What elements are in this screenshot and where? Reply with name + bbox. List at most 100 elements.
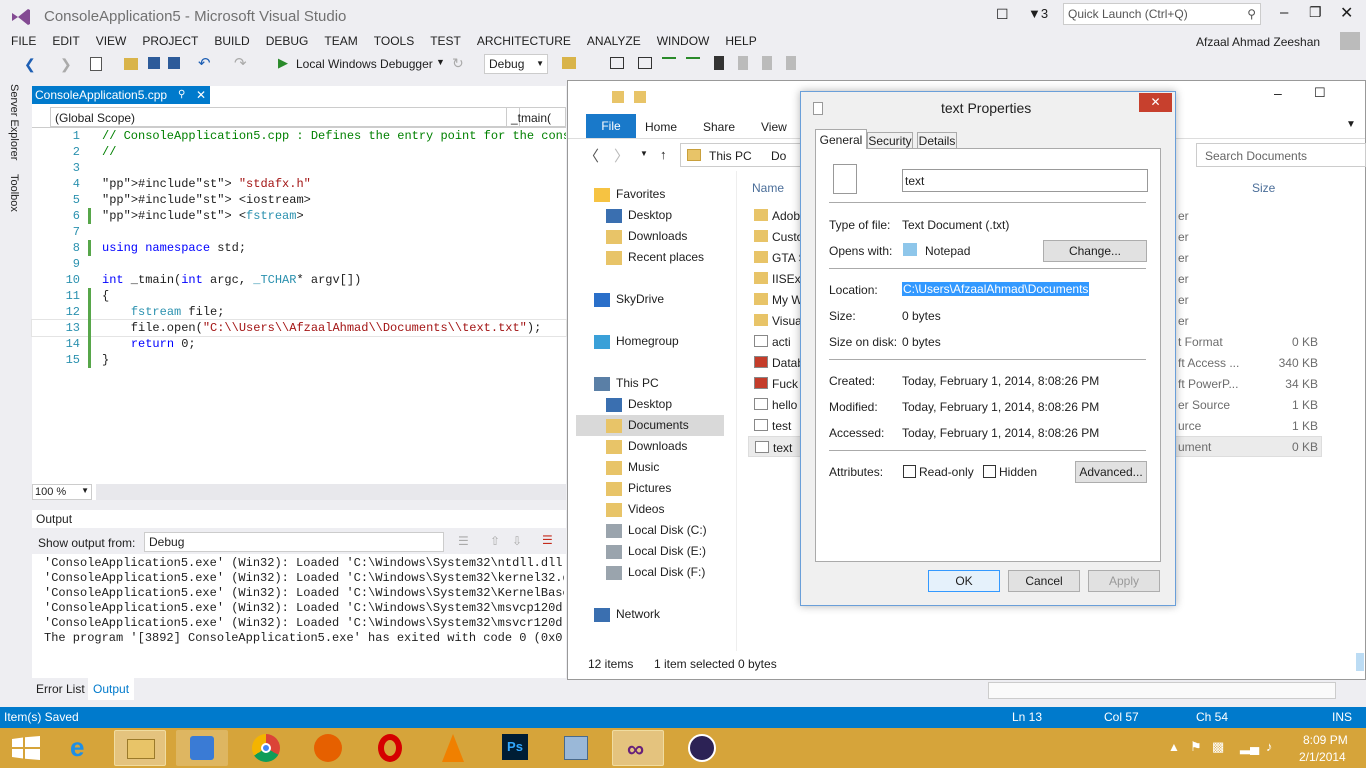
start-button[interactable] xyxy=(12,736,40,760)
dialog-close-button[interactable]: ✕ xyxy=(1139,93,1172,112)
layout-icon[interactable] xyxy=(610,57,624,69)
ribbon-tab-file[interactable]: File xyxy=(586,114,636,138)
close-button[interactable]: ✕ xyxy=(1340,3,1353,23)
menu-project[interactable]: PROJECT xyxy=(134,32,206,50)
refresh-icon[interactable]: ↻ xyxy=(452,55,464,72)
path-documents[interactable]: Do xyxy=(771,149,786,163)
nav-pc-downloads[interactable]: Downloads xyxy=(606,436,687,457)
code-line[interactable]: 13 file.open("C:\\Users\\AfzaalAhmad\\Do… xyxy=(31,319,567,337)
menu-file[interactable]: FILE xyxy=(0,32,44,50)
nav-pc-music[interactable]: Music xyxy=(606,457,659,478)
show-hidden-icons[interactable]: ▲ xyxy=(1168,740,1180,754)
chevron-down-icon[interactable]: ▼ xyxy=(436,57,445,67)
notifications-icon[interactable]: ▼3 xyxy=(1028,6,1048,21)
back-icon[interactable]: ❮ xyxy=(24,56,36,73)
advanced-button[interactable]: Advanced... xyxy=(1075,461,1147,483)
play-icon[interactable]: ▶ xyxy=(278,55,288,71)
code-line[interactable]: 2 // xyxy=(32,144,566,160)
tab-security[interactable]: Security xyxy=(867,132,913,149)
cancel-button[interactable]: Cancel xyxy=(1008,570,1080,592)
code-line[interactable]: 6 "pp">#include"st"> <fstream> xyxy=(32,208,566,224)
find-message-icon[interactable]: ☰ xyxy=(458,534,469,548)
code-line[interactable]: 10 int _tmain(int argc, _TCHAR* argv[]) xyxy=(32,272,566,288)
menu-analyze[interactable]: ANALYZE xyxy=(579,32,649,50)
horizontal-scrollbar[interactable] xyxy=(96,484,566,500)
user-name[interactable]: Afzaal Ahmad Zeeshan xyxy=(1196,35,1320,49)
explorer-forward-icon[interactable]: 〉 xyxy=(614,145,629,166)
toolbox-tab[interactable]: Toolbox xyxy=(8,174,20,212)
code-line[interactable]: 14 return 0; xyxy=(32,336,566,352)
menu-architecture[interactable]: ARCHITECTURE xyxy=(469,32,579,50)
up-icon[interactable]: ↑ xyxy=(660,147,667,162)
change-button[interactable]: Change... xyxy=(1043,240,1147,262)
forward-icon[interactable]: ❯ xyxy=(60,56,72,73)
code-line[interactable]: 7 xyxy=(32,224,566,240)
redo-icon[interactable]: ↷ xyxy=(234,54,247,72)
menu-team[interactable]: TEAM xyxy=(316,32,365,50)
media-player-icon[interactable] xyxy=(176,730,228,766)
tab-output[interactable]: Output xyxy=(88,678,135,700)
tab-error-list[interactable]: Error List xyxy=(36,682,85,696)
location-value[interactable]: C:\Users\AfzaalAhmad\Documents xyxy=(902,282,1090,296)
opera-icon[interactable] xyxy=(364,730,416,766)
nav-this-pc[interactable]: This PC xyxy=(594,373,659,394)
nav-pc-pictures[interactable]: Pictures xyxy=(606,478,671,499)
tab-details[interactable]: Details xyxy=(917,132,957,149)
new-project-icon[interactable] xyxy=(90,57,102,71)
nav-pc-local-disk-e-[interactable]: Local Disk (E:) xyxy=(606,541,706,562)
properties-icon[interactable] xyxy=(612,91,624,103)
ribbon-tab-home[interactable]: Home xyxy=(645,120,677,134)
ok-button[interactable]: OK xyxy=(928,570,1000,592)
editor-tab[interactable]: ConsoleApplication5.cpp ⚲ ✕ xyxy=(32,86,210,104)
path-this-pc[interactable]: This PC xyxy=(709,149,752,163)
uncomment-icon[interactable] xyxy=(686,57,700,69)
minimize-button[interactable]: – xyxy=(1280,4,1288,21)
clock-date[interactable]: 2/1/2014 xyxy=(1299,750,1346,764)
quick-launch-input[interactable]: Quick Launch (Ctrl+Q) ⚲ xyxy=(1063,3,1261,25)
output-source-select[interactable]: Debug xyxy=(144,532,444,552)
pin-icon[interactable]: ⚲ xyxy=(178,86,185,104)
file-explorer-taskbar-icon[interactable] xyxy=(114,730,166,766)
code-line[interactable]: 5 "pp">#include"st"> <iostream> xyxy=(32,192,566,208)
config-select[interactable]: Debug ▼ xyxy=(484,54,548,74)
clear-bookmarks-icon[interactable] xyxy=(786,56,796,70)
close-tab-icon[interactable]: ✕ xyxy=(196,86,206,104)
hidden-checkbox[interactable] xyxy=(983,465,996,478)
nav-pc-local-disk-f-[interactable]: Local Disk (F:) xyxy=(606,562,705,583)
save-icon[interactable] xyxy=(148,57,160,69)
apply-button[interactable]: Apply xyxy=(1088,570,1160,592)
code-line[interactable]: 3 xyxy=(32,160,566,176)
nav-fav-downloads[interactable]: Downloads xyxy=(606,226,687,247)
vlc-icon[interactable] xyxy=(426,730,478,766)
app-stack-icon[interactable] xyxy=(550,730,602,766)
undo-icon[interactable]: ↶ xyxy=(198,54,211,72)
filename-field[interactable]: text xyxy=(902,169,1148,192)
clear-all-icon[interactable]: ☰ xyxy=(542,533,553,547)
ribbon-expand-icon[interactable]: ▼ xyxy=(1346,119,1356,130)
code-line[interactable]: 15} xyxy=(32,352,566,368)
save-all-icon[interactable] xyxy=(168,57,180,69)
new-folder-icon[interactable] xyxy=(634,91,646,103)
photoshop-icon[interactable]: Ps xyxy=(488,730,540,766)
code-line[interactable]: 8 using namespace std; xyxy=(32,240,566,256)
menu-test[interactable]: TEST xyxy=(422,32,469,50)
explorer-back-icon[interactable]: 〈 xyxy=(584,145,599,166)
bookmark-icon[interactable] xyxy=(714,56,724,70)
nav-homegroup[interactable]: Homegroup xyxy=(594,331,679,352)
nav-skydrive[interactable]: SkyDrive xyxy=(594,289,664,310)
recent-locations-icon[interactable]: ▼ xyxy=(640,149,648,158)
prev-message-icon[interactable]: ⇧ xyxy=(490,534,500,548)
start-debugger-button[interactable]: Local Windows Debugger xyxy=(296,57,433,71)
explorer-maximize-button[interactable]: ☐ xyxy=(1314,85,1326,101)
column-size[interactable]: Size xyxy=(1252,181,1275,195)
comment-icon[interactable] xyxy=(662,57,676,69)
nav-favorites[interactable]: Favorites xyxy=(594,184,665,205)
signal-icon[interactable]: ▂▄ xyxy=(1240,739,1259,755)
menu-window[interactable]: WINDOW xyxy=(649,32,718,50)
code-line[interactable]: 9 xyxy=(32,256,566,272)
ribbon-tab-view[interactable]: View xyxy=(761,120,787,134)
menu-help[interactable]: HELP xyxy=(717,32,764,50)
chrome-icon[interactable] xyxy=(240,730,292,766)
action-center-icon[interactable]: ⚑ xyxy=(1190,739,1202,755)
nav-fav-desktop[interactable]: Desktop xyxy=(606,205,672,226)
